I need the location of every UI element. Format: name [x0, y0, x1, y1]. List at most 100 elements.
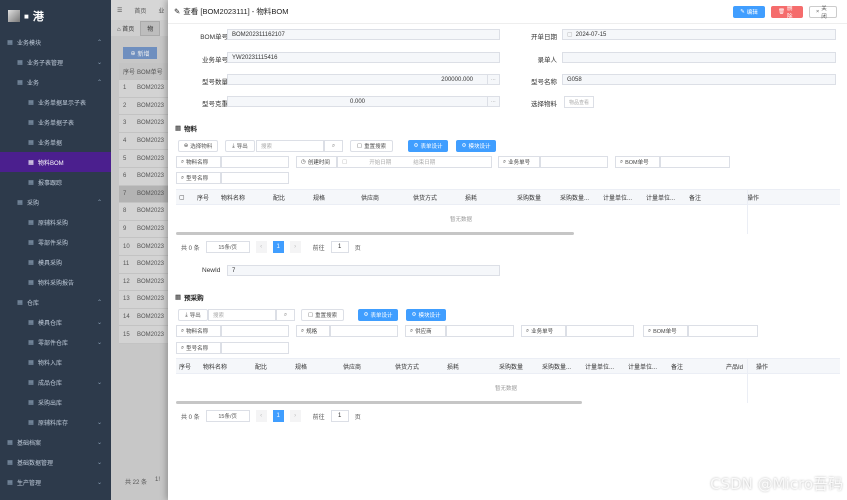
pp-filter-spec-input[interactable] [330, 325, 398, 337]
row-bom: BOM2023 [137, 296, 165, 303]
trash-icon: 🗑 [778, 9, 785, 15]
sidebar-item[interactable]: ▦ 业务子表管理 ⌄ [0, 52, 111, 72]
start-date-field[interactable]: ▢ 2024-07-15 [562, 29, 836, 40]
sidebar-item[interactable]: ▦ 生产管理 ⌄ [0, 472, 111, 492]
horizontal-scrollbar[interactable] [176, 232, 574, 235]
add-button[interactable]: ⊕ 新增 [123, 47, 157, 59]
weight-field[interactable]: 0.000 ⋯ [227, 96, 500, 107]
column-header: 计量单位... [585, 364, 615, 371]
sidebar-item[interactable]: ▦ 采购出库 [0, 392, 111, 412]
material-search-input[interactable]: 搜索 [256, 140, 324, 152]
current-page[interactable]: 1 [272, 410, 284, 422]
select-material-button[interactable]: ⊕ 选择物料 [178, 140, 218, 152]
pp-filter-material-name-input[interactable] [221, 325, 289, 337]
app-logo[interactable]: ■ 港 [0, 0, 111, 32]
menu-icon: ▦ [7, 459, 13, 466]
sidebar-item[interactable]: ▦ 模具仓库 ⌄ [0, 312, 111, 332]
sidebar-item[interactable]: ▦ 原辅料采购 [0, 212, 111, 232]
recorder-field[interactable] [562, 52, 836, 63]
sidebar-item[interactable]: ▦ 物料采购报告 [0, 272, 111, 292]
sidebar-item[interactable]: ▦ 成品仓库 ⌄ [0, 372, 111, 392]
filter-material-name-input[interactable] [221, 156, 289, 168]
current-page[interactable]: 1 [272, 241, 284, 253]
filter-biz-no-input[interactable] [540, 156, 608, 168]
row-index: 8 [123, 208, 127, 215]
qty-field[interactable]: 200000.000 ⋯ [227, 74, 500, 85]
pp-filter-biz-no: ⌕ 业务单号 [521, 325, 566, 337]
export-button[interactable]: ⤓ 导出 [225, 140, 255, 152]
column-header: 配比 [273, 195, 286, 202]
pp-module-design-button[interactable]: ⚙ 模块设计 [406, 309, 446, 321]
pp-reset-search-button[interactable]: ▢ 重置搜索 [301, 309, 344, 321]
search-button[interactable]: ⌕ [324, 140, 343, 152]
menu-icon: ▦ [17, 199, 23, 206]
bg-pager: 共 22 条 1! [125, 477, 160, 486]
reset-search-button[interactable]: ▢ 重置搜索 [350, 140, 393, 152]
pp-pager: 共 0 条 15条/页 ‹ 1 › 前往 1 页 [181, 410, 361, 422]
sidebar-item[interactable]: ▦ 业务单据显示子表 [0, 92, 111, 112]
sidebar-item[interactable]: ▦ 零部件仓库 ⌄ [0, 332, 111, 352]
row-index: 15 [123, 331, 130, 338]
biz-no-field[interactable]: YW20231115416 [227, 52, 500, 63]
sidebar-item[interactable]: ▦ 零部件采购 [0, 232, 111, 252]
next-page-icon[interactable]: › [289, 410, 301, 422]
sidebar-item[interactable]: ▦ 物料入库 [0, 352, 111, 372]
pp-export-button[interactable]: ⤓ 导出 [178, 309, 208, 321]
row-bom: BOM2023 [137, 155, 165, 162]
delete-button[interactable]: 🗑 删除 [771, 6, 803, 20]
download-icon: ⤓ [185, 311, 188, 318]
tab-current[interactable]: 物 [140, 20, 161, 36]
sidebar-item[interactable]: ▦ 仓库 ⌃ [0, 292, 111, 312]
pp-filter-model-name-input[interactable] [221, 342, 289, 354]
select-all-checkbox[interactable]: ▢ [176, 194, 194, 201]
goto-input[interactable]: 1 [330, 410, 349, 422]
page-size-select[interactable]: 15条/页 [205, 410, 250, 422]
sidebar-item[interactable]: ▦ 业务单据 [0, 132, 111, 152]
filter-model-name-input[interactable] [221, 172, 289, 184]
sidebar-item[interactable]: ▦ 报事跟踪 [0, 172, 111, 192]
column-header: 物料名称 [221, 195, 246, 202]
filter-bom-no-input[interactable] [660, 156, 730, 168]
sidebar-item[interactable]: ▦ 基础数据管理 ⌄ [0, 452, 111, 472]
close-button[interactable]: × 关闭 [809, 6, 837, 20]
select-material-input[interactable]: 物品查看 [564, 96, 594, 108]
next-page-icon[interactable]: › [289, 241, 301, 253]
breadcrumb-home[interactable]: 首页 [134, 6, 146, 15]
pp-filter-biz-no-input[interactable] [566, 325, 634, 337]
prev-page-icon[interactable]: ‹ [255, 410, 267, 422]
pp-filter-bom-no-input[interactable] [688, 325, 758, 337]
sidebar-item[interactable]: ▦ 基础档案 ⌄ [0, 432, 111, 452]
form-design-button[interactable]: ⚙ 表单设计 [408, 140, 448, 152]
goto-input[interactable]: 1 [330, 241, 349, 253]
pp-search-button[interactable]: ⌕ [276, 309, 295, 321]
pp-horizontal-scrollbar[interactable] [176, 401, 582, 404]
breadcrumb-item[interactable]: 业 [158, 6, 164, 15]
menu-icon: ▦ [17, 79, 23, 86]
page-size-select[interactable]: 15条/页 [205, 241, 250, 253]
newid-field[interactable]: 7 [227, 265, 500, 276]
pager-total: 共 0 条 [181, 414, 200, 421]
search-icon: ⌕ [301, 327, 305, 334]
date-range-picker[interactable]: ▢ 开始日期 结束日期 [337, 156, 492, 168]
sidebar-item[interactable]: ▦ 业务单据子表 [0, 112, 111, 132]
bom-no-field[interactable]: BOM202311162107 [227, 29, 500, 40]
pp-filter-supplier-input[interactable] [446, 325, 514, 337]
sidebar-item[interactable]: ▦ 业务模块 ⌃ [0, 32, 111, 52]
sidebar-item[interactable]: ▦ 原辅料库存 ⌄ [0, 412, 111, 432]
model-name-field[interactable]: G058 [562, 74, 836, 85]
edit-button[interactable]: ✎ 编辑 [733, 6, 765, 18]
tab-home[interactable]: ⌂ 首页 [117, 24, 134, 33]
module-design-button[interactable]: ⚙ 模块设计 [456, 140, 496, 152]
sidebar-item[interactable]: ▦ 模具采购 [0, 252, 111, 272]
sidebar-item[interactable]: ▦ 采购 ⌃ [0, 192, 111, 212]
sidebar-item[interactable]: ▦ 物料BOM [0, 152, 111, 172]
plus-icon: ⊕ [130, 50, 136, 57]
pp-search-input[interactable]: 搜索 [208, 309, 276, 321]
menu-toggle-icon[interactable]: ☰ [117, 7, 122, 14]
sidebar-item[interactable]: ▦ 业务 ⌃ [0, 72, 111, 92]
prev-page-icon[interactable]: ‹ [255, 241, 267, 253]
material-pager: 共 0 条 15条/页 ‹ 1 › 前往 1 页 [181, 241, 361, 253]
row-bom: BOM2023 [137, 173, 165, 180]
search-icon: ⌕ [503, 158, 507, 165]
pp-form-design-button[interactable]: ⚙ 表单设计 [358, 309, 398, 321]
